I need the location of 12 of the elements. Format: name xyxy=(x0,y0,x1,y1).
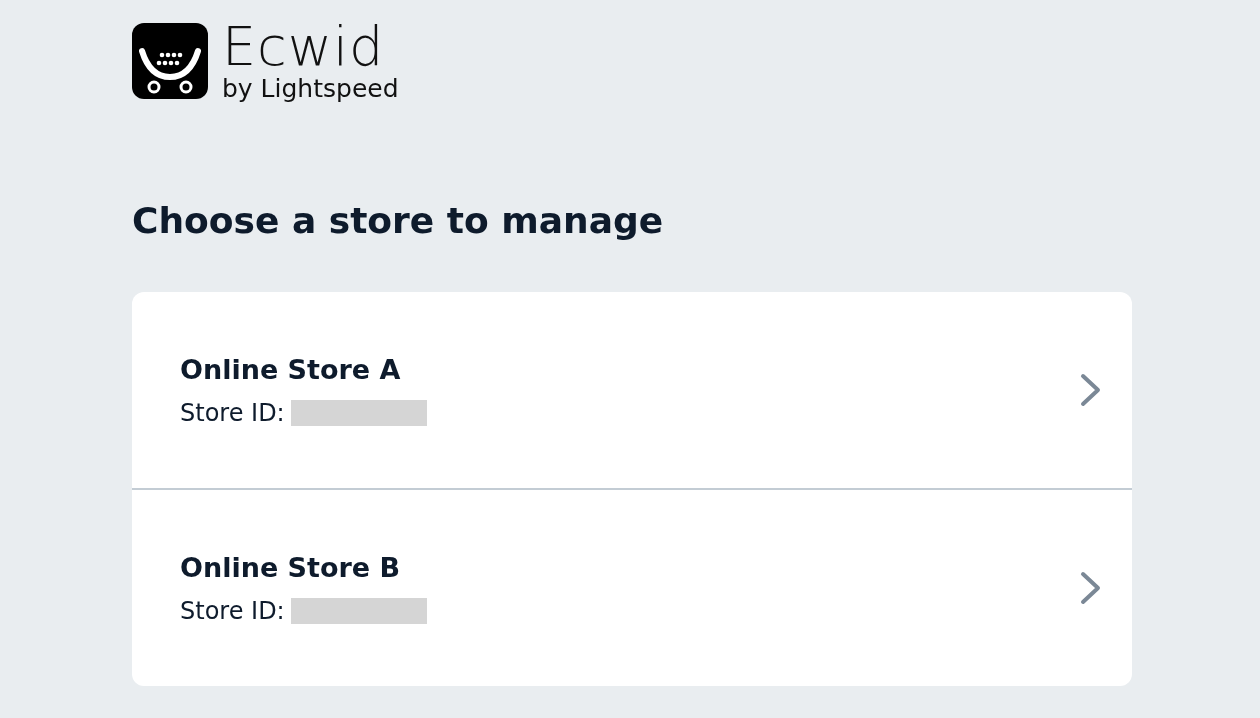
cart-logo-icon xyxy=(132,22,208,99)
chevron-right-icon xyxy=(1080,571,1102,606)
store-list-item[interactable]: Online Store B Store ID: xyxy=(132,490,1132,687)
logo-wordmark: Ecwid xyxy=(222,20,386,74)
store-id-label: Store ID: xyxy=(180,596,285,625)
logo-tagline: by Lightspeed xyxy=(222,76,399,101)
store-name: Online Store B xyxy=(180,551,402,583)
store-list-item[interactable]: Online Store A Store ID: xyxy=(132,292,1132,489)
store-name: Online Store A xyxy=(180,353,402,385)
chevron-right-icon xyxy=(1080,373,1102,408)
store-id-label: Store ID: xyxy=(180,398,285,427)
page-heading: Choose a store to manage xyxy=(132,199,665,243)
